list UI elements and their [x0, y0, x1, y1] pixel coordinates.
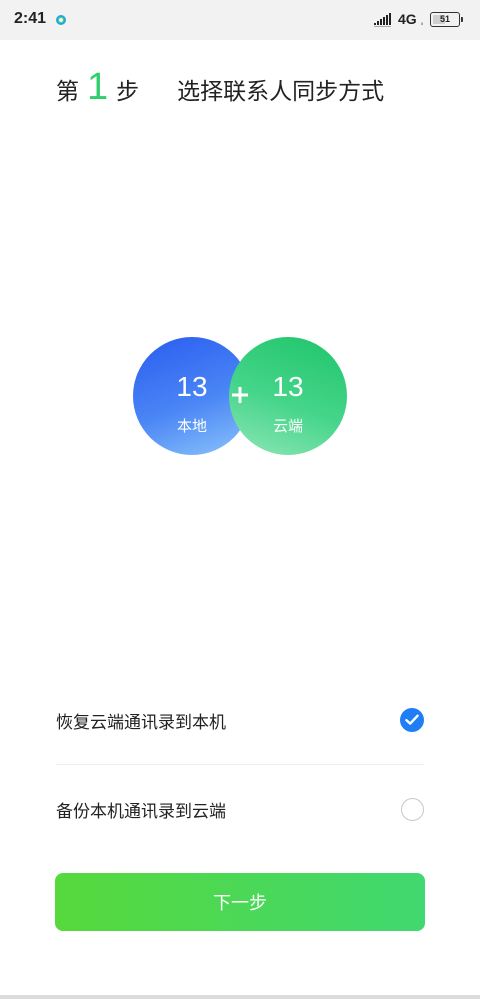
bottom-edge: [0, 995, 480, 999]
step-title: 第 1 步 选择联系人同步方式: [56, 66, 384, 126]
status-bar: 2:41 4G ᵢₗ 51: [0, 0, 480, 40]
cloud-contacts-label: 云端: [272, 417, 303, 435]
next-step-button[interactable]: 下一步: [55, 873, 425, 931]
contact-count-venn: 13 本地 13 云端: [0, 330, 480, 460]
restore-cloud-label: 恢复云端通讯录到本机: [56, 712, 226, 733]
plus-icon: [232, 387, 248, 403]
checked-radio-icon[interactable]: [400, 708, 424, 732]
step-prefix: 第: [56, 79, 79, 105]
network-type: 4G: [398, 11, 417, 27]
app-notification-icon: [56, 15, 66, 25]
backup-local-option[interactable]: 备份本机通讯录到云端: [56, 764, 424, 853]
network-activity: ᵢₗ: [421, 20, 424, 27]
signal-icon: [374, 13, 391, 27]
restore-cloud-option[interactable]: 恢复云端通讯录到本机: [56, 676, 424, 764]
page-title: 选择联系人同步方式: [177, 79, 385, 105]
step-suffix: 步: [116, 79, 140, 105]
battery-percent: 51: [439, 14, 450, 24]
backup-local-label: 备份本机通讯录到云端: [56, 801, 226, 822]
battery-icon: 51: [430, 12, 463, 27]
step-number: 1: [87, 66, 109, 108]
unchecked-radio-icon[interactable]: [401, 797, 424, 821]
sync-options: 恢复云端通讯录到本机 备份本机通讯录到云端: [56, 676, 424, 853]
status-time: 2:41: [14, 10, 47, 27]
